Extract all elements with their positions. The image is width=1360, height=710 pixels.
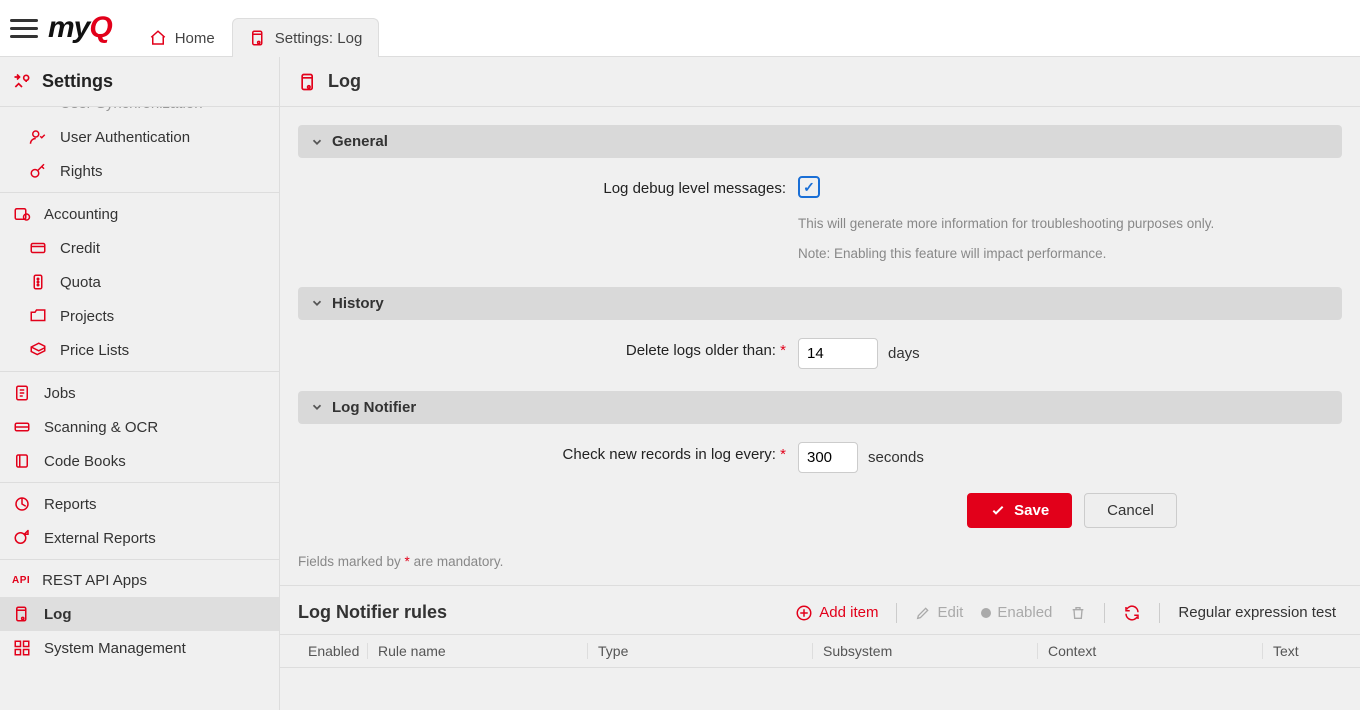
sidebar-item-accounting[interactable]: Accounting [0, 197, 279, 231]
debug-hint2: Note: Enabling this feature will impact … [798, 244, 1106, 264]
hamburger-menu[interactable] [10, 14, 38, 42]
sidebar-item-sys-mgmt[interactable]: System Management [0, 631, 279, 665]
refresh-button[interactable] [1117, 600, 1147, 626]
sidebar-item-quota[interactable]: Quota [0, 265, 279, 299]
trash-icon [1070, 605, 1086, 621]
check-interval-input[interactable] [798, 442, 858, 473]
chevron-down-icon [310, 400, 324, 414]
sidebar-item-rights[interactable]: Rights [0, 154, 279, 188]
col-subsystem: Subsystem [813, 643, 1038, 659]
cancel-button[interactable]: Cancel [1084, 493, 1177, 528]
credit-icon [28, 239, 48, 257]
tab-home[interactable]: Home [132, 18, 232, 57]
section-history-header[interactable]: History [298, 287, 1342, 320]
sidebar-item-jobs[interactable]: Jobs [0, 376, 279, 410]
tab-settings-log[interactable]: Settings: Log [232, 18, 380, 57]
regex-test-button[interactable]: Regular expression test [1172, 600, 1342, 625]
sidebar-item-code-books[interactable]: Code Books [0, 444, 279, 478]
delete-days-input[interactable] [798, 338, 878, 369]
sidebar-item-log[interactable]: Log [0, 597, 279, 631]
logo: myQ [48, 11, 112, 45]
reports-icon [12, 495, 32, 513]
edit-button[interactable]: Edit [909, 600, 969, 625]
sidebar-item-credit[interactable]: Credit [0, 231, 279, 265]
delete-button[interactable] [1064, 601, 1092, 625]
refresh-icon [1123, 604, 1141, 622]
sidebar-item-external-reports[interactable]: External Reports [0, 521, 279, 555]
sidebar-item-projects[interactable]: Projects [0, 299, 279, 333]
sys-mgmt-icon [12, 639, 32, 657]
tab-settings-log-label: Settings: Log [275, 30, 363, 47]
dot-icon [981, 608, 991, 618]
save-button[interactable]: Save [967, 493, 1072, 528]
settings-sidebar: Settings • User Synchronization User Aut… [0, 57, 280, 710]
sidebar-item-reports[interactable]: Reports [0, 487, 279, 521]
col-context: Context [1038, 643, 1263, 659]
plus-circle-icon [795, 604, 813, 622]
col-enabled: Enabled [298, 643, 368, 659]
user-auth-icon [28, 128, 48, 146]
tab-home-label: Home [175, 30, 215, 47]
home-icon [149, 29, 167, 47]
delete-label: Delete logs older than: [626, 342, 776, 359]
settings-icon [12, 72, 32, 92]
code-books-icon [12, 452, 32, 470]
chevron-down-icon [310, 135, 324, 149]
settings-log-icon [249, 29, 267, 47]
col-name: Rule name [368, 643, 588, 659]
check-icon [990, 502, 1006, 518]
debug-checkbox[interactable] [798, 176, 820, 198]
rules-table-header: Enabled Rule name Type Subsystem Context… [280, 634, 1360, 668]
price-lists-icon [28, 341, 48, 359]
api-icon: API [12, 575, 30, 586]
section-general-header[interactable]: General [298, 125, 1342, 158]
log-icon [12, 605, 32, 623]
section-notifier-header[interactable]: Log Notifier [298, 391, 1342, 424]
pencil-icon [915, 605, 931, 621]
sidebar-item-user-sync[interactable]: • User Synchronization [0, 107, 279, 120]
quota-icon [28, 273, 48, 291]
jobs-icon [12, 384, 32, 402]
rules-title: Log Notifier rules [298, 602, 447, 623]
debug-hint1: This will generate more information for … [798, 214, 1214, 234]
rights-icon [28, 162, 48, 180]
external-reports-icon [12, 529, 32, 547]
page-title-label: Log [328, 71, 361, 92]
scanning-icon [12, 418, 32, 436]
col-type: Type [588, 643, 813, 659]
sidebar-item-price-lists[interactable]: Price Lists [0, 333, 279, 367]
check-interval-unit: seconds [868, 449, 924, 466]
page-title-icon [298, 72, 318, 92]
debug-label: Log debug level messages: [306, 176, 786, 197]
sidebar-title-label: Settings [42, 71, 113, 92]
sidebar-item-rest-api[interactable]: API REST API Apps [0, 564, 279, 597]
chevron-down-icon [310, 296, 324, 310]
projects-icon [28, 307, 48, 325]
user-sync-icon: • [28, 107, 48, 112]
mandatory-note: Fields marked by * are mandatory. [298, 554, 1342, 569]
check-label: Check new records in log every: [563, 446, 776, 463]
accounting-icon [12, 205, 32, 223]
delete-days-unit: days [888, 345, 920, 362]
sidebar-item-user-auth[interactable]: User Authentication [0, 120, 279, 154]
sidebar-item-scanning[interactable]: Scanning & OCR [0, 410, 279, 444]
col-text: Text [1263, 643, 1342, 659]
add-item-button[interactable]: Add item [789, 600, 884, 626]
enabled-toggle[interactable]: Enabled [975, 600, 1058, 625]
